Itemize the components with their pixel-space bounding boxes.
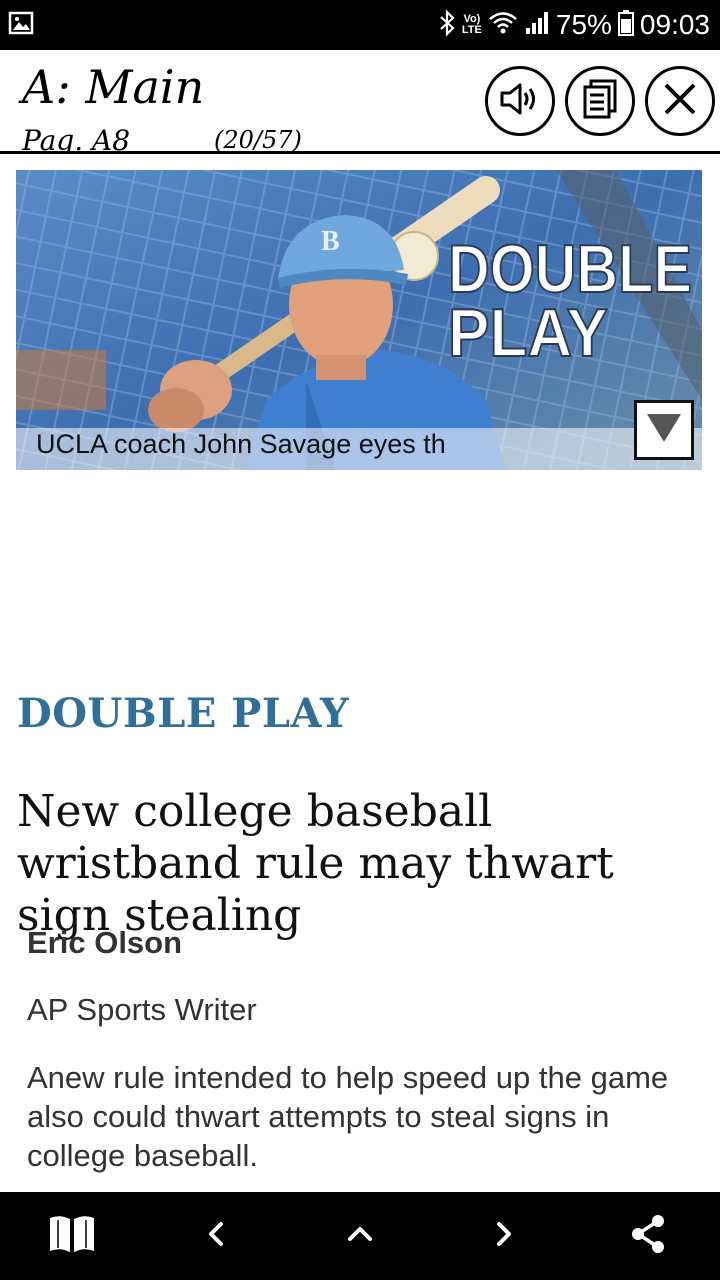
triangle-down-icon (644, 411, 684, 450)
article-body: Anew rule intended to help speed up the … (27, 1060, 669, 1173)
signal-icon (524, 10, 550, 41)
battery-icon (617, 9, 634, 42)
next-page-button[interactable] (474, 1206, 534, 1266)
previous-page-button[interactable] (186, 1206, 246, 1266)
reader-icon (46, 1212, 98, 1261)
image-caption: UCLA coach John Savage eyes th (36, 429, 446, 459)
share-icon (628, 1213, 668, 1260)
overlay-headline-line2: PLAY (448, 295, 608, 371)
chevron-right-icon (494, 1220, 514, 1253)
page-count: (20/57) (214, 126, 302, 154)
section-title: A: Main (22, 60, 205, 114)
gallery-notification-icon (8, 10, 34, 41)
share-button[interactable] (618, 1206, 678, 1266)
chevron-left-icon (206, 1220, 226, 1253)
scroll-up-button[interactable] (330, 1206, 390, 1266)
battery-percent: 75% (555, 9, 612, 40)
article-list-button[interactable] (565, 66, 635, 136)
reader-button[interactable] (42, 1206, 102, 1266)
close-icon (661, 80, 699, 123)
chevron-up-icon (346, 1224, 374, 1249)
article-list-icon (581, 78, 619, 125)
speaker-button[interactable] (485, 66, 555, 136)
bottom-navigation (0, 1192, 720, 1280)
wifi-icon (488, 10, 518, 41)
cap-logo: B (321, 226, 340, 257)
article-kicker: DOUBLE PLAY (17, 690, 350, 737)
header: A: Main Pag. A8 (20/57) (0, 50, 720, 154)
volte-badge: Vo) LTE (461, 13, 482, 36)
author-role: AP Sports Writer (27, 992, 257, 1027)
hero-image[interactable]: B DOUBLE PLAY UCLA coach John Savage eye… (16, 170, 702, 470)
status-bar: Vo) LTE 75% 09:03 (0, 0, 720, 50)
clock: 09:03 (639, 9, 710, 40)
author-name: Eric Olson (27, 925, 183, 960)
speaker-icon (498, 81, 542, 122)
page-label: Pag. A8 (22, 124, 131, 154)
caption-expand-button[interactable] (634, 400, 694, 460)
hero-photo: B DOUBLE PLAY (16, 170, 702, 470)
bluetooth-icon (438, 8, 456, 42)
article-headline: New college baseball wristband rule may … (17, 786, 614, 941)
close-button[interactable] (645, 66, 715, 136)
